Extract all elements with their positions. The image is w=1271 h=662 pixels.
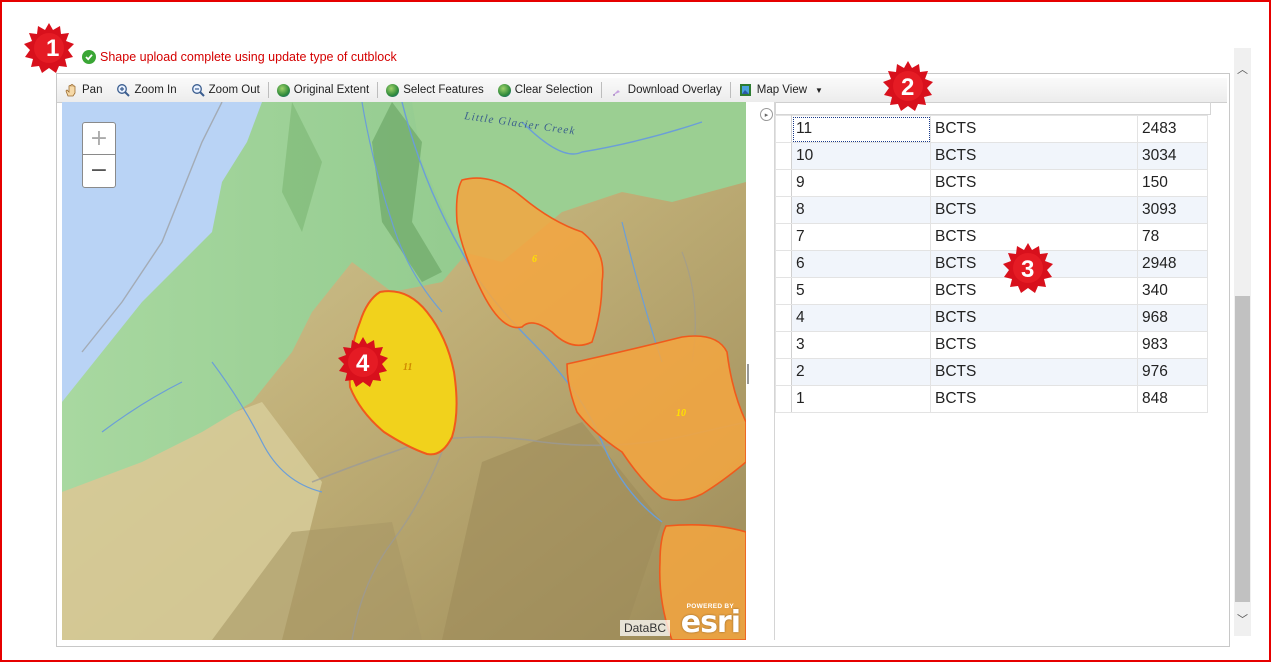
scroll-up-icon[interactable]: ︿ [1234, 60, 1251, 77]
map-attribution: DataBC [619, 620, 670, 636]
map-basemap: Little Glacier Creek 6 10 11 [62, 102, 746, 640]
globe-clear-icon [497, 83, 511, 97]
svg-text:4: 4 [356, 350, 370, 377]
clear-selection-button[interactable]: Clear Selection [491, 79, 600, 101]
callout-badge-1: 1 [23, 22, 75, 74]
table-row[interactable]: 7 BCTS 78 [775, 223, 1208, 251]
download-icon [610, 83, 624, 97]
row-selector[interactable] [775, 223, 792, 251]
callout-badge-2: 2 [882, 60, 934, 112]
toolbar-separator [600, 82, 602, 98]
toolbar-separator [377, 82, 379, 98]
map-zoom-in-button[interactable]: + [83, 123, 115, 155]
toolbar-separator [729, 82, 731, 98]
zoom-control: + − [82, 122, 116, 188]
status-text: Shape upload complete using update type … [100, 50, 397, 64]
chevron-down-icon: ▼ [815, 85, 823, 95]
svg-text:1: 1 [46, 35, 59, 62]
table-row[interactable]: 3 BCTS 983 [775, 331, 1208, 359]
polygon-label-11: 11 [403, 362, 412, 373]
collapse-toggle-icon[interactable]: ▸ [760, 108, 773, 121]
table-row[interactable]: 11 BCTS 2483 [775, 115, 1208, 143]
table-row[interactable]: 6 BCTS 2948 [775, 250, 1208, 278]
esri-logo: POWERED BY esri [680, 603, 741, 640]
panel-splitter[interactable] [746, 102, 774, 640]
pan-button[interactable]: Pan [57, 79, 109, 101]
row-selector[interactable] [775, 115, 792, 143]
row-selector[interactable] [775, 358, 792, 386]
row-selector[interactable] [775, 250, 792, 278]
select-features-button[interactable]: Select Features [379, 79, 491, 101]
map-zoom-out-button[interactable]: − [83, 155, 115, 186]
attribute-table-panel: 11 BCTS 2483 10 BCTS 3034 9 BCTS 150 8 B… [774, 102, 1217, 640]
table-row[interactable]: 4 BCTS 968 [775, 304, 1208, 332]
globe-icon [276, 83, 290, 97]
zoom-out-icon [191, 83, 205, 97]
hand-icon [64, 83, 78, 97]
row-selector[interactable] [775, 169, 792, 197]
globe-select-icon [386, 83, 400, 97]
zoom-in-button[interactable]: Zoom In [109, 79, 183, 101]
table-row[interactable]: 9 BCTS 150 [775, 169, 1208, 197]
row-selector[interactable] [775, 385, 792, 413]
map-view-dropdown[interactable]: Map View ▼ [732, 79, 830, 101]
map-toolbar: Pan Zoom In Zoom Out Original Extent Sel… [57, 78, 1227, 103]
original-extent-button[interactable]: Original Extent [270, 79, 376, 101]
svg-text:3: 3 [1021, 256, 1034, 283]
callout-badge-3: 3 [1002, 242, 1054, 294]
attribute-table: 11 BCTS 2483 10 BCTS 3034 9 BCTS 150 8 B… [775, 115, 1208, 413]
toolbar-separator [267, 82, 269, 98]
polygon-label-10: 10 [676, 408, 686, 419]
map-canvas[interactable]: Little Glacier Creek 6 10 11 + − DataBC … [62, 102, 746, 640]
svg-text:2: 2 [901, 74, 914, 101]
scrollbar-thumb[interactable] [1235, 296, 1250, 602]
table-row[interactable]: 8 BCTS 3093 [775, 196, 1208, 224]
zoom-out-button[interactable]: Zoom Out [184, 79, 267, 101]
upload-status-message: Shape upload complete using update type … [82, 48, 397, 66]
row-selector[interactable] [775, 304, 792, 332]
table-row[interactable]: 2 BCTS 976 [775, 358, 1208, 386]
map-view-icon [739, 83, 753, 97]
splitter-handle[interactable] [747, 364, 749, 384]
check-circle-icon [82, 50, 96, 64]
row-selector[interactable] [775, 277, 792, 305]
row-selector[interactable] [775, 196, 792, 224]
row-selector[interactable] [775, 142, 792, 170]
zoom-in-icon [116, 83, 131, 97]
page-scrollbar[interactable]: ︿ ﹀ [1234, 48, 1251, 636]
download-overlay-button[interactable]: Download Overlay [603, 79, 729, 101]
table-row[interactable]: 1 BCTS 848 [775, 385, 1208, 413]
scroll-down-icon[interactable]: ﹀ [1234, 610, 1251, 627]
table-header-strip [775, 102, 1211, 115]
row-selector[interactable] [775, 331, 792, 359]
callout-badge-4: 4 [337, 336, 389, 388]
table-row[interactable]: 10 BCTS 3034 [775, 142, 1208, 170]
table-row[interactable]: 5 BCTS 340 [775, 277, 1208, 305]
polygon-label-6: 6 [532, 254, 537, 265]
